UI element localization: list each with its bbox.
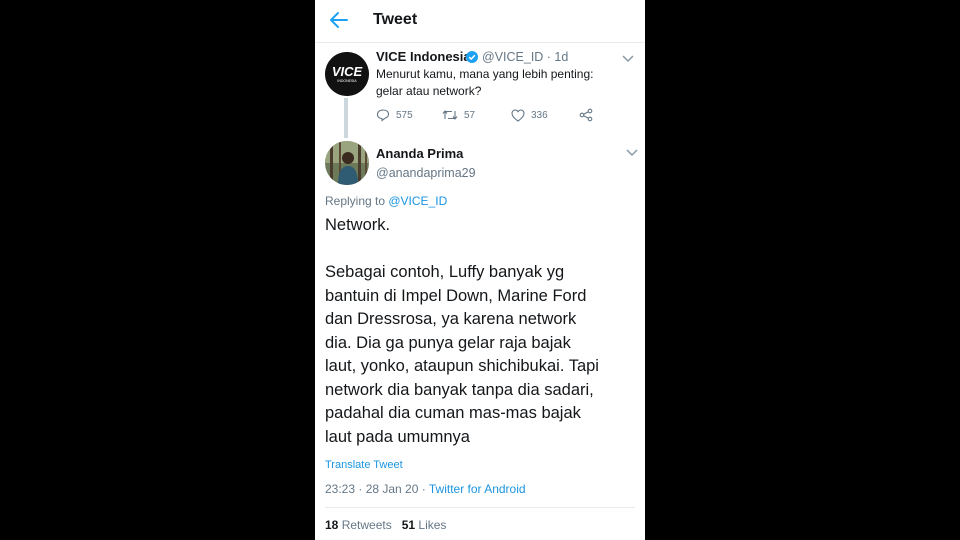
tweet-text-line: Menurut kamu, mana yang lebih penting: [376,67,594,81]
reply-button[interactable]: 575 [376,107,413,123]
replying-to-link[interactable]: @VICE_ID [388,194,447,208]
top-bar: Tweet [315,0,645,43]
reply-tweet-text: Network. Sebagai contoh, Luffy banyak yg… [325,216,599,446]
thread-line [344,98,348,138]
tweet-timestamp: 23:23 · 28 Jan 20 · [325,482,429,496]
share-button[interactable] [579,107,593,123]
vice-avatar[interactable]: VICE INDONESIA [325,52,369,96]
translate-tweet-link[interactable]: Translate Tweet [325,459,403,471]
chevron-down-icon[interactable] [622,55,634,63]
reply-author-name[interactable]: Ananda Prima [376,146,463,161]
tweet-stats: 18 Retweets 51 Likes [325,518,446,532]
reply-author-avatar[interactable] [325,141,369,185]
retweet-icon [442,110,458,120]
author-handle-time: @VICE_ID · 1d [482,50,569,64]
like-count[interactable]: 51 [402,518,415,532]
reply-author-handle: @anandaprima29 [376,166,476,180]
tweet-text: Menurut kamu, mana yang lebih penting: g… [376,66,626,100]
tweet-meta: 23:23 · 28 Jan 20 · Twitter for Android [325,482,526,496]
vice-logo-text: VICE [332,64,363,79]
page-title: Tweet [373,11,418,28]
tweet-text-line: gelar atau network? [376,84,482,98]
author-name[interactable]: VICE Indonesia [376,49,471,64]
tweet-actions: 575 57 336 [376,107,606,123]
retweets-label: Retweets [338,518,402,532]
reply-icon [376,109,390,122]
vice-logo-subtext: INDONESIA [337,79,357,83]
heart-icon [511,108,525,122]
arrow-left-icon[interactable] [329,9,349,31]
share-icon [579,108,593,122]
reply-count: 575 [396,109,413,121]
like-button[interactable]: 336 [511,107,548,123]
tweet-detail-screen: Tweet VICE INDONESIA VICE Indonesia @VIC… [315,0,645,540]
retweet-count: 57 [464,109,476,121]
like-count: 336 [531,109,548,121]
tweet-source-link[interactable]: Twitter for Android [429,482,526,496]
retweet-count[interactable]: 18 [325,518,338,532]
replying-prefix: Replying to [325,194,389,208]
likes-label: Likes [415,518,447,532]
replying-to: Replying to @VICE_ID [325,194,447,208]
verified-badge-icon [466,51,478,63]
divider [325,507,635,508]
retweet-button[interactable]: 57 [442,107,475,123]
chevron-down-icon[interactable] [626,149,638,157]
